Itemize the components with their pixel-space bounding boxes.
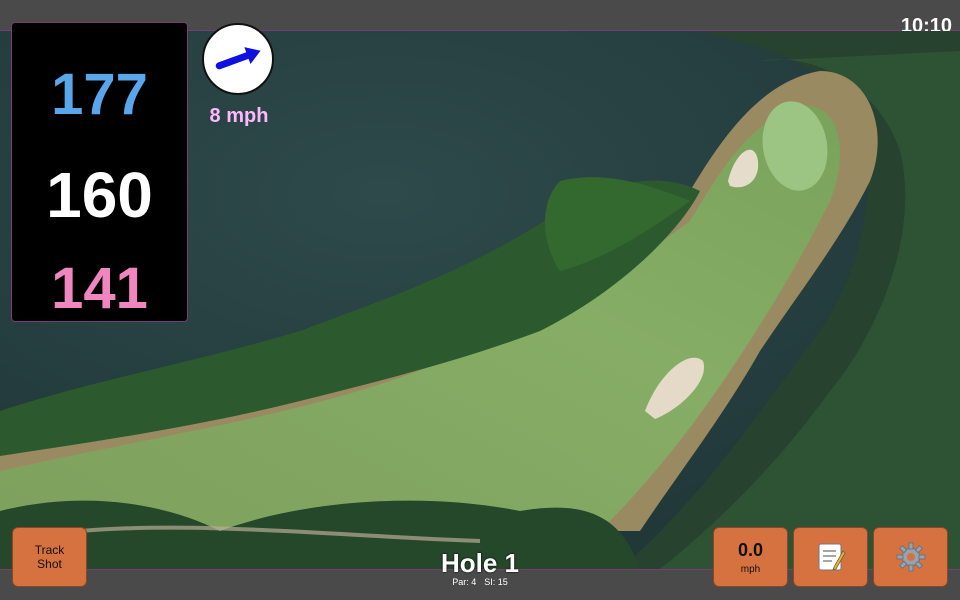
hole-si: SI: 15: [484, 577, 508, 587]
track-shot-label-line2: Shot: [37, 557, 62, 571]
notes-button[interactable]: [793, 527, 868, 587]
center-distance: 160: [46, 159, 153, 231]
hole-title: Hole 1: [440, 548, 520, 578]
speed-button[interactable]: 0.0 mph: [713, 527, 788, 587]
distance-panel: 177 160 141: [11, 22, 188, 322]
speed-unit: mph: [740, 563, 761, 575]
speed-value: 0.0: [737, 539, 764, 560]
notepad-icon: [818, 543, 845, 571]
hole-meta: Par: 4 SI: 15: [380, 577, 580, 587]
track-shot-label-line1: Track: [34, 543, 65, 557]
back-distance: 177: [51, 62, 148, 127]
wind-speed: 8 mph: [209, 105, 269, 127]
hole-par: Par: 4: [452, 577, 477, 587]
track-shot-button[interactable]: Track Shot: [12, 527, 87, 587]
settings-button[interactable]: [873, 527, 948, 587]
wind-direction-arrow-icon: [215, 47, 261, 70]
wind-indicator: [202, 23, 274, 95]
front-distance: 141: [51, 256, 148, 321]
gear-icon: [896, 542, 925, 572]
